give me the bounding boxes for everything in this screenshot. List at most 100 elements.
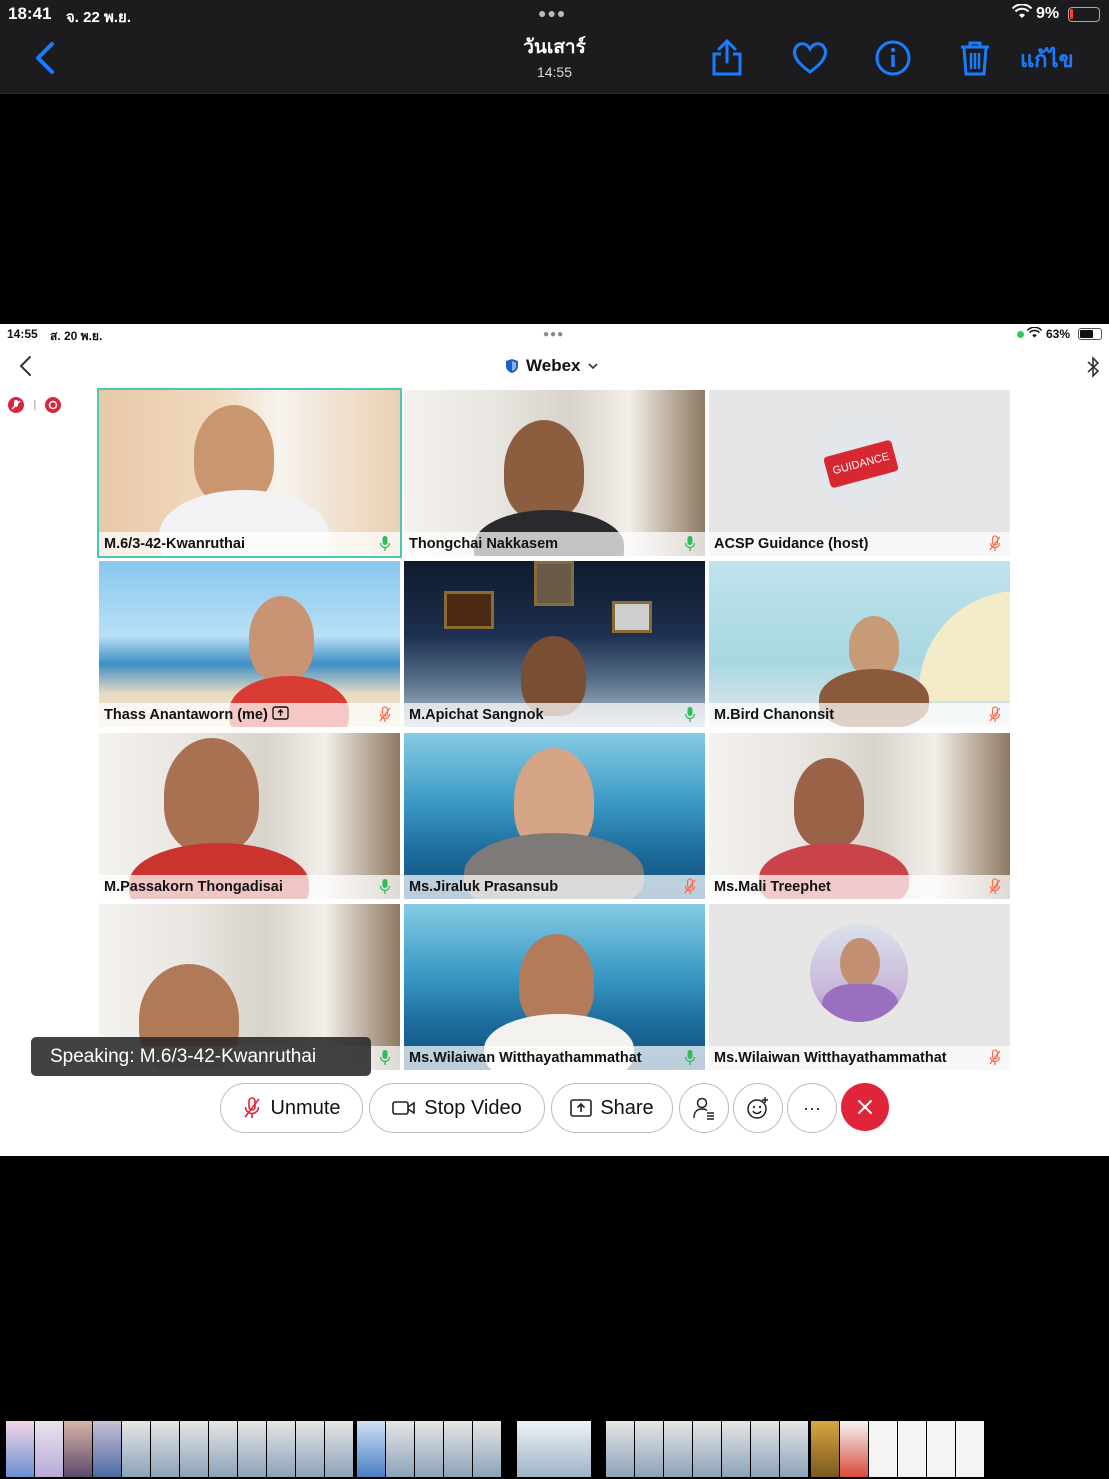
more-options-button[interactable]: ···	[787, 1083, 837, 1133]
battery-percent: 9%	[1036, 5, 1060, 22]
filmstrip-thumbnail[interactable]	[122, 1421, 150, 1477]
share-screen-icon	[570, 1099, 593, 1117]
mic-muted-icon	[989, 706, 1001, 722]
end-call-button[interactable]	[841, 1083, 889, 1131]
filmstrip-thumbnail[interactable]	[635, 1421, 663, 1477]
filmstrip-thumbnail[interactable]	[473, 1421, 501, 1477]
participant-tile[interactable]: GUIDANCE ACSP Guidance (host)	[709, 390, 1010, 556]
mic-muted-icon	[379, 706, 391, 722]
participant-face	[249, 596, 314, 681]
filmstrip-thumbnail[interactable]	[267, 1421, 295, 1477]
photo-filmstrip[interactable]	[0, 1421, 1109, 1479]
participant-name: M.Passakorn Thongadisai	[104, 879, 283, 895]
filmstrip-thumbnail[interactable]	[664, 1421, 692, 1477]
wifi-icon	[1011, 3, 1033, 25]
photos-nav-bar: วันเสาร์ 14:55 แก้ไข	[0, 30, 1109, 94]
filmstrip-thumbnail[interactable]	[151, 1421, 179, 1477]
participant-tile[interactable]: Thongchai Nakkasem	[404, 390, 705, 556]
avatar-face	[840, 938, 880, 988]
filmstrip-thumbnail[interactable]	[35, 1421, 63, 1477]
filmstrip-thumbnail[interactable]	[869, 1421, 897, 1477]
webex-title-bar: Webex	[0, 348, 1109, 384]
participant-name: Ms.Mali Treephet	[714, 879, 831, 895]
share-button[interactable]: Share	[551, 1083, 673, 1133]
filmstrip-thumbnail[interactable]	[93, 1421, 121, 1477]
guidance-logo-text: GUIDANCE	[823, 439, 899, 489]
battery-icon	[1068, 7, 1100, 22]
filmstrip-thumbnail[interactable]	[927, 1421, 955, 1477]
participant-name: Thongchai Nakkasem	[409, 536, 559, 552]
filmstrip-thumbnail[interactable]	[840, 1421, 868, 1477]
participant-tile[interactable]: M.6/3-42-Kwanruthai	[97, 388, 402, 558]
filmstrip-thumbnail[interactable]	[386, 1421, 414, 1477]
participant-tile[interactable]: M.Passakorn Thongadisai	[99, 733, 400, 899]
stop-video-button[interactable]: Stop Video	[369, 1083, 545, 1133]
participant-tile[interactable]: Ms.Wilaiwan Witthayathammathat	[404, 904, 705, 1070]
participants-button[interactable]	[679, 1083, 729, 1133]
info-icon[interactable]	[873, 38, 913, 78]
filmstrip-thumbnail[interactable]	[209, 1421, 237, 1477]
filmstrip-thumbnail[interactable]	[693, 1421, 721, 1477]
participant-name: ACSP Guidance (host)	[714, 536, 869, 552]
filmstrip-current-thumbnail[interactable]	[517, 1421, 591, 1477]
filmstrip-thumbnail[interactable]	[415, 1421, 443, 1477]
ipad-wifi-icon	[1026, 326, 1043, 342]
filmstrip-thumbnail[interactable]	[780, 1421, 808, 1477]
speaking-indicator: Speaking: M.6/3-42-Kwanruthai	[31, 1037, 371, 1076]
unmute-label: Unmute	[270, 1096, 341, 1119]
mic-on-icon	[684, 1050, 696, 1065]
participant-tile[interactable]: Ms.Wilaiwan Witthayathammathat	[709, 904, 1010, 1070]
ipad-status-date: ส. 20 พ.ย.	[50, 329, 103, 343]
participant-tile[interactable]: Ms.Mali Treephet	[709, 733, 1010, 899]
participant-name: Ms.Wilaiwan Witthayathammathat	[409, 1050, 642, 1066]
webex-title[interactable]: Webex	[526, 356, 581, 376]
ipad-status-time: 14:55	[7, 327, 38, 341]
webex-screenshot: 14:55 ส. 20 พ.ย. ●●● 63% Webex M.6/3-42-…	[0, 324, 1109, 1156]
filmstrip-thumbnail[interactable]	[180, 1421, 208, 1477]
filmstrip-thumbnail[interactable]	[238, 1421, 266, 1477]
reactions-button[interactable]	[733, 1083, 783, 1133]
filmstrip-thumbnail[interactable]	[296, 1421, 324, 1477]
filmstrip-thumbnail[interactable]	[898, 1421, 926, 1477]
filmstrip-thumbnail[interactable]	[811, 1421, 839, 1477]
webex-back-icon[interactable]	[16, 354, 36, 378]
background-frame	[612, 601, 652, 633]
filmstrip-thumbnail[interactable]	[606, 1421, 634, 1477]
camera-in-use-indicator	[1017, 331, 1024, 338]
background-frame	[444, 591, 494, 629]
participant-avatar	[810, 924, 908, 1022]
filmstrip-thumbnail[interactable]	[357, 1421, 385, 1477]
unmute-button[interactable]: Unmute	[220, 1083, 363, 1133]
mic-on-icon	[379, 536, 391, 551]
multitask-dots-icon[interactable]: ●●●	[538, 5, 566, 21]
participant-name: Ms.Jiraluk Prasansub	[409, 879, 559, 895]
edit-button[interactable]: แก้ไข	[1020, 42, 1074, 77]
filmstrip-thumbnail[interactable]	[722, 1421, 750, 1477]
meeting-controls: Unmute Stop Video Share ···	[0, 1082, 1109, 1134]
participants-icon	[693, 1097, 714, 1120]
participant-face	[164, 738, 259, 853]
close-icon	[858, 1100, 872, 1114]
ipad-multitask-dots-icon: ●●●	[543, 329, 565, 340]
mic-muted-icon	[989, 878, 1001, 894]
favorite-heart-icon[interactable]	[790, 38, 830, 78]
filmstrip-thumbnail[interactable]	[444, 1421, 472, 1477]
filmstrip-thumbnail[interactable]	[751, 1421, 779, 1477]
mic-on-icon	[379, 1050, 391, 1065]
trash-icon[interactable]	[955, 38, 995, 78]
share-label: Share	[600, 1096, 654, 1119]
participant-tile[interactable]: M.Apichat Sangnok	[404, 561, 705, 727]
filmstrip-thumbnail[interactable]	[325, 1421, 353, 1477]
video-grid: M.6/3-42-Kwanruthai Thongchai Nakkasem G…	[97, 388, 1011, 1072]
share-icon[interactable]	[707, 38, 747, 78]
photo-time-subtitle: 14:55	[536, 64, 573, 80]
participant-tile[interactable]: M.Bird Chanonsit	[709, 561, 1010, 727]
filmstrip-thumbnail[interactable]	[956, 1421, 984, 1477]
chevron-down-icon[interactable]	[587, 360, 599, 372]
filmstrip-thumbnail[interactable]	[6, 1421, 34, 1477]
avatar-body	[822, 984, 898, 1022]
participant-tile[interactable]: Ms.Jiraluk Prasansub	[404, 733, 705, 899]
participant-tile[interactable]: Thass Anantaworn (me)	[99, 561, 400, 727]
filmstrip-thumbnail[interactable]	[64, 1421, 92, 1477]
bluetooth-icon[interactable]	[1085, 356, 1101, 378]
